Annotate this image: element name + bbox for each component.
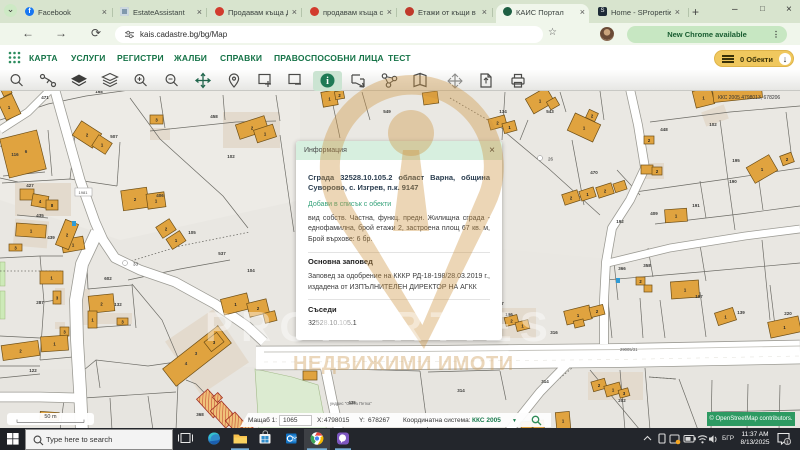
svg-text:1: 1 [786, 440, 789, 446]
